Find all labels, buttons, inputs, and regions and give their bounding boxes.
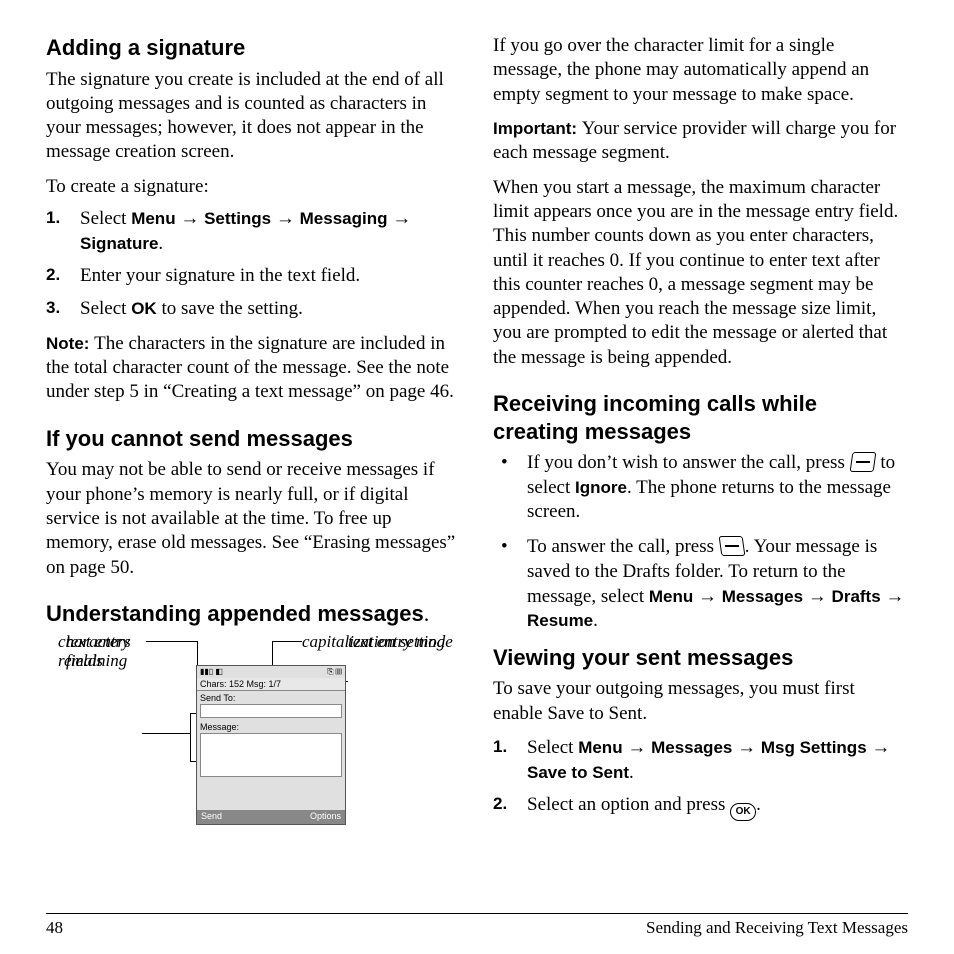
heading-adding-signature: Adding a signature [46, 34, 461, 62]
bullet-text: To answer the call, press [527, 536, 719, 557]
menu-path-settings: Settings [204, 209, 271, 228]
phone-screen-diagram: characters remaining capitalization sett… [46, 633, 461, 843]
heading-viewing-sent: Viewing your sent messages [493, 644, 908, 672]
step-1: Select Menu → Messages → Msg Settings → … [493, 736, 908, 785]
step-text: Select [527, 737, 578, 758]
paragraph-signature-intro: The signature you create is included at … [46, 68, 461, 165]
steps-viewing-sent: Select Menu → Messages → Msg Settings → … [493, 736, 908, 821]
paragraph-start-message: When you start a message, the maximum ch… [493, 176, 908, 371]
important-label: Important: [493, 119, 582, 138]
softkey-send: Send [201, 811, 222, 823]
mode-icon: ⎘ ▥ [327, 667, 342, 677]
note-label: Note: [46, 334, 94, 353]
menu-path-messages: Messages [722, 587, 803, 606]
arrow-icon: → [881, 586, 905, 607]
heading-appended: Understanding appended messages. [46, 600, 461, 628]
paragraph-create-signature: To create a signature: [46, 175, 461, 199]
menu-path-save-to-sent: Save to Sent [527, 763, 629, 782]
right-softkey-icon [849, 452, 876, 472]
step-text: . [756, 794, 761, 815]
arrow-icon: → [732, 737, 761, 758]
screen-message-label: Message: [197, 720, 345, 733]
bullet-ignore-call: If you don’t wish to answer the call, pr… [493, 451, 908, 525]
arrow-icon: → [388, 208, 412, 229]
step-text: to save the setting. [157, 298, 303, 319]
menu-path-resume: Resume [527, 611, 593, 630]
left-column: Adding a signature The signature you cre… [46, 34, 461, 904]
menu-path-signature: Signature [80, 234, 158, 253]
screen-message-field [200, 733, 342, 777]
ignore-label: Ignore [575, 478, 627, 497]
menu-path-drafts: Drafts [832, 587, 881, 606]
step-3: Select OK to save the setting. [46, 297, 461, 322]
note-paragraph: Note: The characters in the signature ar… [46, 332, 461, 405]
menu-path-menu: Menu [131, 209, 175, 228]
signal-icon: ▮▮▯ ◧ [200, 667, 223, 677]
heading-cannot-send: If you cannot send messages [46, 425, 461, 453]
step-2: Select an option and press OK. [493, 793, 908, 821]
page: Adding a signature The signature you cre… [0, 0, 954, 954]
step-text: Select [80, 208, 131, 229]
ok-key-icon: OK [730, 803, 756, 821]
callout-text-entry-fields: text entry fields [66, 633, 146, 670]
page-number: 48 [46, 918, 63, 938]
step-1: Select Menu → Settings → Messaging → Sig… [46, 207, 461, 256]
two-column-layout: Adding a signature The signature you cre… [46, 34, 908, 904]
menu-path-messages: Messages [651, 738, 732, 757]
ok-label: OK [131, 299, 157, 318]
menu-path-menu: Menu [578, 738, 622, 757]
arrow-icon: → [867, 737, 891, 758]
page-footer: 48 Sending and Receiving Text Messages [46, 913, 908, 938]
arrow-icon: → [176, 208, 205, 229]
callout-text-entry-mode: text entry mode [348, 633, 453, 652]
menu-path-messaging: Messaging [300, 209, 388, 228]
arrow-icon: → [803, 586, 832, 607]
heading-receiving-calls: Receiving incoming calls while creating … [493, 390, 908, 445]
step-text: Select [80, 298, 131, 319]
paragraph-cannot-send: You may not be able to send or receive m… [46, 458, 461, 580]
softkey-options: Options [310, 811, 341, 823]
menu-path-menu: Menu [649, 587, 693, 606]
menu-path-msg-settings: Msg Settings [761, 738, 867, 757]
screen-character-counter: Chars: 152 Msg: 1/7 [197, 678, 345, 691]
steps-create-signature: Select Menu → Settings → Messaging → Sig… [46, 207, 461, 322]
bullet-text: If you don’t wish to answer the call, pr… [527, 452, 850, 473]
bullet-answer-call: To answer the call, press . Your message… [493, 535, 908, 634]
arrow-icon: → [693, 586, 722, 607]
screen-softkeys: Send Options [197, 810, 345, 824]
screen-sendto-label: Send To: [197, 691, 345, 704]
paragraph-viewing-sent: To save your outgoing messages, you must… [493, 677, 908, 726]
note-body: The characters in the signature are incl… [46, 333, 454, 403]
important-paragraph: Important: Your service provider will ch… [493, 117, 908, 166]
step-2: Enter your signature in the text field. [46, 264, 461, 289]
footer-title: Sending and Receiving Text Messages [646, 918, 908, 938]
arrow-icon: → [271, 208, 300, 229]
paragraph-overlimit: If you go over the character limit for a… [493, 34, 908, 107]
right-column: If you go over the character limit for a… [493, 34, 908, 904]
phone-screen-mock: ▮▮▯ ◧ ⎘ ▥ Chars: 152 Msg: 1/7 Send To: M… [196, 665, 346, 825]
screen-status-icons: ▮▮▯ ◧ ⎘ ▥ [197, 666, 345, 678]
screen-sendto-field [200, 704, 342, 718]
step-text: Select an option and press [527, 794, 730, 815]
left-softkey-icon [718, 536, 745, 556]
arrow-icon: → [623, 737, 652, 758]
bullets-receiving-calls: If you don’t wish to answer the call, pr… [493, 451, 908, 634]
